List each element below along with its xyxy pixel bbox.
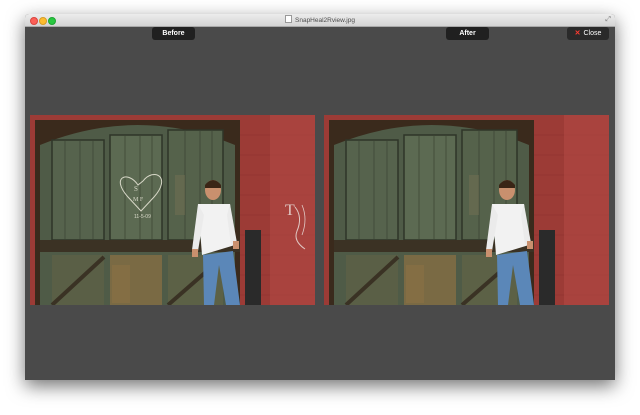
- fullscreen-icon[interactable]: ⤢: [605, 16, 611, 24]
- close-button[interactable]: ✕ Close: [567, 27, 609, 40]
- before-image: S M F 11-5-09 T: [30, 115, 315, 305]
- before-label: Before: [152, 27, 195, 40]
- title-bar[interactable]: SnapHeal2Rview.jpg ⤢: [25, 14, 615, 27]
- after-photo-graphic: [324, 115, 609, 305]
- carved-date: 11-5-09: [134, 214, 151, 220]
- heart-graffiti-line2: M F: [133, 197, 144, 203]
- heart-graffiti-line1: S: [134, 185, 138, 193]
- after-label: After: [446, 27, 489, 40]
- after-image: [324, 115, 609, 305]
- app-window: SnapHeal2Rview.jpg ⤢ Before After ✕ Close: [25, 14, 615, 380]
- close-x-icon: ✕: [574, 30, 581, 37]
- document-icon: [285, 15, 292, 23]
- close-button-label: Close: [583, 30, 602, 37]
- before-photo-graphic: S M F 11-5-09 T: [30, 115, 315, 305]
- window-title-container: SnapHeal2Rview.jpg: [25, 15, 615, 26]
- window-title: SnapHeal2Rview.jpg: [295, 17, 355, 24]
- wall-graffiti: T: [285, 202, 295, 219]
